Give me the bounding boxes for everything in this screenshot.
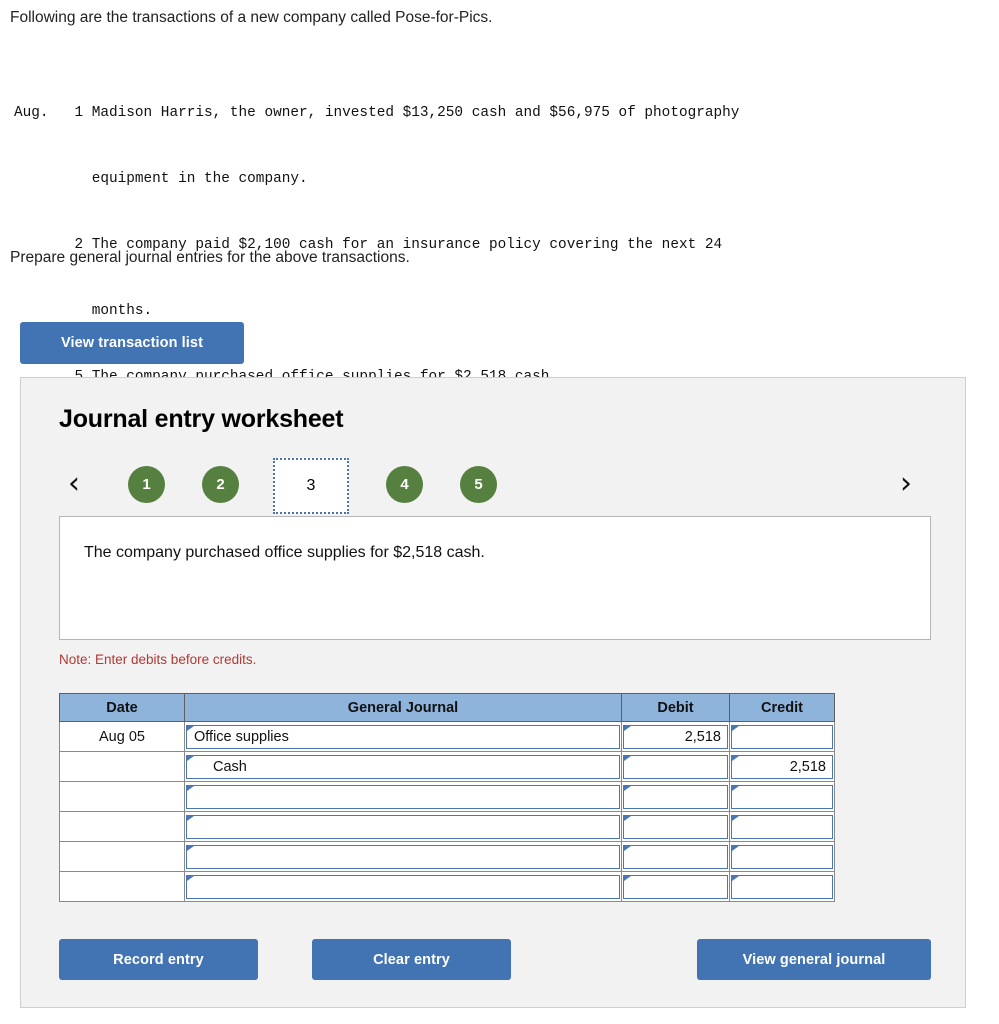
account-input[interactable] <box>186 814 620 839</box>
worksheet-tab-3-active[interactable]: 3 <box>273 458 349 514</box>
clear-entry-button[interactable]: Clear entry <box>312 939 511 980</box>
credit-input[interactable] <box>731 784 833 809</box>
worksheet-tab-5[interactable]: 5 <box>460 466 497 503</box>
worksheet-title: Journal entry worksheet <box>59 405 344 433</box>
chevron-right-icon[interactable]: › <box>893 469 919 501</box>
worksheet-tab-1[interactable]: 1 <box>128 466 165 503</box>
account-input[interactable] <box>186 784 620 809</box>
credit-input[interactable]: 2,518 <box>731 754 833 779</box>
view-transaction-list-button[interactable]: View transaction list <box>20 322 244 364</box>
credit-cell <box>729 721 835 752</box>
column-header-date: Date <box>59 693 185 722</box>
debit-input[interactable] <box>623 874 728 899</box>
credit-input[interactable] <box>731 724 833 749</box>
column-header-credit: Credit <box>729 693 835 722</box>
table-row <box>59 841 835 872</box>
cell-date[interactable] <box>59 751 185 782</box>
debit-input[interactable]: 2,518 <box>623 724 728 749</box>
credit-input[interactable] <box>731 874 833 899</box>
debit-input[interactable] <box>623 754 728 779</box>
intro-lead-text: Following are the transactions of a new … <box>10 9 493 26</box>
cell-date[interactable] <box>59 811 185 842</box>
table-row: Cash 2,518 <box>59 751 835 782</box>
account-cell <box>184 781 622 812</box>
cell-date[interactable] <box>59 871 185 902</box>
credit-input[interactable] <box>731 844 833 869</box>
debit-input[interactable] <box>623 784 728 809</box>
debit-cell <box>621 841 730 872</box>
worksheet-tab-4[interactable]: 4 <box>386 466 423 503</box>
column-header-debit: Debit <box>621 693 730 722</box>
chevron-left-icon[interactable]: ‹ <box>61 469 87 501</box>
debit-cell <box>621 811 730 842</box>
debits-before-credits-note: Note: Enter debits before credits. <box>59 652 257 667</box>
debit-input[interactable] <box>623 844 728 869</box>
account-cell: Office supplies <box>184 721 622 752</box>
transaction-line: months. <box>14 303 153 319</box>
debit-input[interactable] <box>623 814 728 839</box>
table-row <box>59 811 835 842</box>
account-input[interactable] <box>186 844 620 869</box>
credit-cell: 2,518 <box>729 751 835 782</box>
prepare-instruction-text: Prepare general journal entries for the … <box>10 249 410 266</box>
table-row <box>59 781 835 812</box>
account-input[interactable]: Office supplies <box>186 724 620 749</box>
credit-cell <box>729 781 835 812</box>
journal-entry-worksheet-panel: Journal entry worksheet ‹ 1 2 3 4 5 › Th… <box>20 377 966 1008</box>
debit-cell <box>621 781 730 812</box>
table-row: Aug 05 Office supplies 2,518 <box>59 721 835 752</box>
general-journal-table: Date General Journal Debit Credit Aug 05… <box>59 693 835 902</box>
debit-cell: 2,518 <box>621 721 730 752</box>
table-row <box>59 871 835 902</box>
account-cell <box>184 871 622 902</box>
worksheet-tab-strip: ‹ 1 2 3 4 5 › <box>21 457 965 515</box>
credit-cell <box>729 841 835 872</box>
credit-cell <box>729 811 835 842</box>
account-input[interactable] <box>186 874 620 899</box>
column-header-general-journal: General Journal <box>184 693 622 722</box>
view-general-journal-button[interactable]: View general journal <box>697 939 931 980</box>
account-cell <box>184 811 622 842</box>
credit-cell <box>729 871 835 902</box>
record-entry-button[interactable]: Record entry <box>59 939 258 980</box>
debit-cell <box>621 751 730 782</box>
worksheet-tab-2[interactable]: 2 <box>202 466 239 503</box>
table-header-row: Date General Journal Debit Credit <box>59 693 835 722</box>
account-cell <box>184 841 622 872</box>
credit-input[interactable] <box>731 814 833 839</box>
debit-cell <box>621 871 730 902</box>
transaction-description-text: The company purchased office supplies fo… <box>84 544 485 561</box>
account-cell: Cash <box>184 751 622 782</box>
transaction-description-box: The company purchased office supplies fo… <box>59 516 931 640</box>
cell-date[interactable]: Aug 05 <box>59 721 185 752</box>
account-input[interactable]: Cash <box>186 754 620 779</box>
transaction-line: Aug. 1 Madison Harris, the owner, invest… <box>14 105 740 121</box>
cell-date[interactable] <box>59 781 185 812</box>
table-body: Aug 05 Office supplies 2,518 Cash 2,518 <box>59 721 835 902</box>
transaction-line: equipment in the company. <box>14 171 308 187</box>
cell-date[interactable] <box>59 841 185 872</box>
